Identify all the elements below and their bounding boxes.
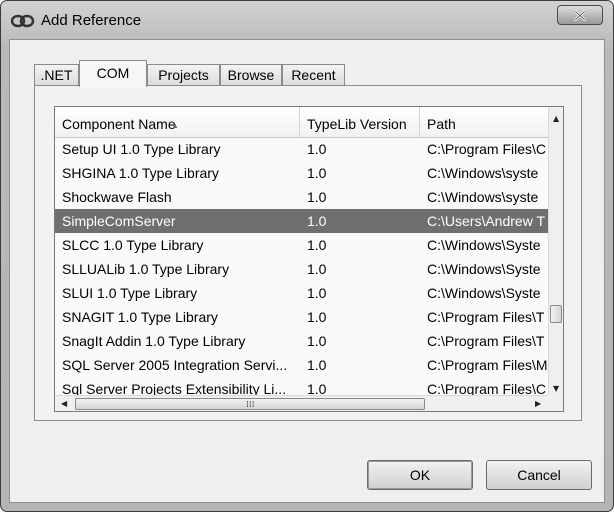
typelib-version-cell: 1.0: [307, 357, 327, 373]
close-icon: [574, 10, 586, 21]
component-name-cell: SLUI 1.0 Type Library: [62, 285, 198, 301]
vertical-scroll-thumb[interactable]: [550, 305, 562, 323]
component-name-cell: SQL Server 2005 Integration Servi...: [62, 357, 288, 373]
table-row[interactable]: SLUI 1.0 Type Library 1.0 C:\Windows\Sys…: [55, 281, 548, 305]
column-header-typelib-version[interactable]: TypeLib Version: [300, 107, 420, 137]
column-header-label: Component Name: [62, 116, 176, 132]
title-bar[interactable]: Add Reference: [1, 1, 613, 41]
scrollbar-corner: [548, 395, 563, 411]
path-cell: C:\Windows\Syste: [427, 285, 541, 301]
typelib-version-cell: 1.0: [307, 141, 327, 157]
column-header-component-name[interactable]: Component Name ▲: [55, 107, 300, 137]
path-cell: C:\Program Files\T: [427, 309, 545, 325]
path-cell: C:\Program Files\T: [427, 333, 545, 349]
path-cell: C:\Windows\syste: [427, 189, 539, 205]
tab-projects[interactable]: Projects: [147, 64, 220, 85]
component-name-cell: SNAGIT 1.0 Type Library: [62, 309, 218, 325]
typelib-version-cell: 1.0: [307, 237, 327, 253]
typelib-version-cell: 1.0: [307, 285, 327, 301]
vertical-scrollbar[interactable]: ▲ ▼: [548, 107, 563, 395]
scroll-right-icon[interactable]: ▶: [535, 399, 541, 408]
path-cell: C:\Windows\Syste: [427, 237, 541, 253]
table-row[interactable]: Setup UI 1.0 Type Library 1.0 C:\Program…: [55, 137, 548, 161]
component-list[interactable]: Component Name ▲ TypeLib Version Path Se…: [54, 106, 564, 412]
table-row[interactable]: SLLUALib 1.0 Type Library 1.0 C:\Windows…: [55, 257, 548, 281]
horizontal-scroll-thumb[interactable]: ⁞⁞⁞: [75, 398, 425, 410]
com-tab-panel: Component Name ▲ TypeLib Version Path Se…: [34, 85, 582, 421]
table-row[interactable]: SnagIt Addin 1.0 Type Library 1.0 C:\Pro…: [55, 329, 548, 353]
close-button[interactable]: [557, 5, 603, 25]
cancel-button[interactable]: Cancel: [486, 460, 592, 490]
component-name-cell: Setup UI 1.0 Type Library: [62, 141, 221, 157]
table-row[interactable]: SHGINA 1.0 Type Library 1.0 C:\Windows\s…: [55, 161, 548, 185]
scroll-up-icon[interactable]: ▲: [553, 114, 559, 123]
grip-icon: ⁞⁞⁞: [246, 400, 255, 410]
typelib-version-cell: 1.0: [307, 189, 327, 205]
typelib-version-cell: 1.0: [307, 309, 327, 325]
horizontal-scrollbar[interactable]: ◀ ⁞⁞⁞ ▶: [55, 395, 548, 411]
path-cell: C:\Windows\Syste: [427, 261, 541, 277]
typelib-version-cell: 1.0: [307, 333, 327, 349]
scroll-left-icon[interactable]: ◀: [61, 399, 67, 408]
app-icon: [11, 14, 35, 28]
table-row[interactable]: Shockwave Flash 1.0 C:\Windows\syste: [55, 185, 548, 209]
path-cell: C:\Program Files\C: [427, 141, 547, 157]
tab-net[interactable]: .NET: [34, 64, 79, 85]
path-cell: C:\Windows\syste: [427, 165, 539, 181]
table-row[interactable]: SNAGIT 1.0 Type Library 1.0 C:\Program F…: [55, 305, 548, 329]
ok-button[interactable]: OK: [367, 460, 473, 490]
component-name-cell: SHGINA 1.0 Type Library: [62, 165, 219, 181]
table-row[interactable]: SLCC 1.0 Type Library 1.0 C:\Windows\Sys…: [55, 233, 548, 257]
typelib-version-cell: 1.0: [307, 165, 327, 181]
tab-com[interactable]: COM: [79, 60, 147, 87]
component-name-cell: SLLUALib 1.0 Type Library: [62, 261, 230, 277]
component-name-cell: SLCC 1.0 Type Library: [62, 237, 204, 253]
path-cell: C:\Program Files\M: [427, 357, 548, 373]
typelib-version-cell: 1.0: [307, 213, 327, 229]
dialog-client-area: .NET COM Projects Browse Recent Componen…: [9, 39, 605, 503]
component-name-cell: Shockwave Flash: [62, 189, 172, 205]
list-header: Component Name ▲ TypeLib Version Path: [55, 107, 548, 138]
add-reference-dialog: Add Reference .NET COM Projects Browse R…: [0, 0, 614, 512]
column-header-path[interactable]: Path: [420, 107, 548, 137]
path-cell: C:\Users\Andrew T: [427, 213, 545, 229]
component-name-cell: SimpleComServer: [62, 213, 176, 229]
table-row-selected[interactable]: SimpleComServer 1.0 C:\Users\Andrew T: [55, 209, 548, 233]
tab-browse[interactable]: Browse: [220, 64, 282, 85]
table-row[interactable]: SQL Server 2005 Integration Servi... 1.0…: [55, 353, 548, 377]
window-title: Add Reference: [41, 12, 142, 29]
scroll-down-icon[interactable]: ▼: [553, 384, 559, 393]
typelib-version-cell: 1.0: [307, 261, 327, 277]
component-name-cell: SnagIt Addin 1.0 Type Library: [62, 333, 246, 349]
tab-recent[interactable]: Recent: [282, 64, 345, 85]
